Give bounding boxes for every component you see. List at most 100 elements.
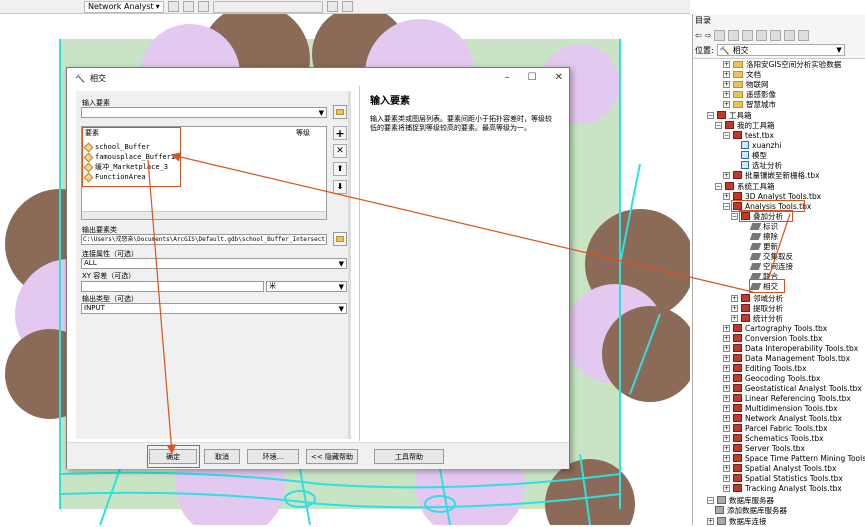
move-up-button[interactable]: ⬆ [333,162,347,176]
view-icon[interactable] [770,29,782,41]
remove-row-button[interactable]: ✕ [333,144,347,158]
output-field[interactable]: C:\Users\戎悠亲\Documents\ArcGIS\Default.gd… [81,234,327,245]
add-row-button[interactable]: + [333,126,347,140]
expand-toggle-icon[interactable]: + [723,404,730,412]
tree-item[interactable]: + 提取分析 [731,303,783,313]
tree-item[interactable]: + 遥感影像 [723,89,776,99]
network-select-box[interactable] [212,0,323,13]
expand-toggle-icon[interactable]: + [723,434,730,442]
tree-item[interactable]: xuanzhi [741,140,781,150]
tree-item[interactable]: + Space Time Pattern Mining Tools. [723,453,865,463]
expand-toggle-icon[interactable]: + [723,324,730,332]
expand-toggle-icon[interactable]: + [723,484,730,492]
expand-toggle-icon[interactable]: + [723,334,730,342]
home-icon[interactable] [714,29,726,41]
xy-tolerance-input[interactable] [81,281,264,292]
forward-arrow-icon[interactable]: ⇨ [705,31,712,40]
tree-item[interactable]: + Tracking Analyst Tools.tbx [723,483,842,493]
expand-toggle-icon[interactable]: − [715,182,722,190]
tree-item[interactable]: + Data Management Tools.tbx [723,353,850,363]
expand-toggle-icon[interactable]: + [723,100,730,108]
expand-toggle-icon[interactable]: + [731,304,738,312]
tree-item[interactable]: + Network Analyst Tools.tbx [723,413,842,423]
expand-toggle-icon[interactable]: + [723,80,730,88]
tree-item[interactable]: 标识 [749,221,778,231]
expand-toggle-icon[interactable]: + [723,374,730,382]
tool-help-button[interactable]: 工具帮助 [374,449,444,464]
network-tool-icon[interactable] [167,1,179,12]
expand-toggle-icon[interactable]: + [723,394,730,402]
tree-item[interactable]: + Cartography Tools.tbx [723,323,827,333]
xy-unit-dropdown[interactable]: 米 ▼ [266,281,347,292]
tree-item[interactable]: + 洛阳安GIS空间分析实验数据 [723,59,841,69]
tree-item[interactable]: 空间连接 [749,261,793,271]
close-icon[interactable]: ✕ [555,72,563,83]
expand-toggle-icon[interactable]: + [723,384,730,392]
expand-toggle-icon[interactable]: + [723,60,730,68]
up-folder-icon[interactable] [728,29,740,41]
table-icon[interactable] [341,1,353,12]
expand-toggle-icon[interactable]: − [715,121,722,129]
tree-item[interactable]: − 工具箱 [707,110,752,120]
tree-item[interactable]: + 物联网 [723,79,769,89]
panel-scrollbar[interactable] [348,91,351,439]
join-dropdown[interactable]: ALL ▼ [81,258,347,269]
expand-toggle-icon[interactable]: + [723,354,730,362]
browse-output-button[interactable] [333,232,347,246]
tree-item[interactable]: + Server Tools.tbx [723,443,805,453]
tree-item[interactable]: 擦除 [749,231,778,241]
tree-item[interactable]: + Geostatistical Analyst Tools.tbx [723,383,862,393]
tree-item[interactable]: + Data Interoperability Tools.tbx [723,343,858,353]
expand-toggle-icon[interactable]: + [723,464,730,472]
refresh-icon[interactable] [798,29,810,41]
input-features-dropdown[interactable]: ▼ [81,107,327,118]
expand-toggle-icon[interactable]: + [723,90,730,98]
tree-item[interactable]: + 邻域分析 [731,293,783,303]
browse-folder-button[interactable] [333,105,347,119]
expand-toggle-icon[interactable]: + [723,474,730,482]
tree-item[interactable]: − 我的工具箱 [715,120,775,130]
tree-item[interactable]: 更新 [749,241,778,251]
catalog-tree[interactable]: + 洛阳安GIS空间分析实验数据 + 文档 + 物联网 + 遥感影像 + 智慧城市 − 工具… [693,58,865,526]
tree-item[interactable]: 模型 [741,150,767,160]
window-icon[interactable] [326,1,338,12]
tree-item[interactable]: + Multidimension Tools.tbx [723,403,838,413]
tree-item[interactable]: − 数据库服务器 [707,495,774,505]
network-analyst-dropdown[interactable]: Network Analyst ▾ [84,0,164,13]
expand-toggle-icon[interactable]: − [707,496,714,504]
location-input[interactable]: 🔨 相交 ▼ [716,44,845,56]
output-type-dropdown[interactable]: INPUT ▼ [81,303,347,314]
expand-toggle-icon[interactable]: + [723,424,730,432]
tree-item[interactable]: + 统计分析 [731,313,783,323]
expand-toggle-icon[interactable]: + [723,364,730,372]
network-tool2-icon[interactable] [182,1,194,12]
tree-item[interactable]: + Parcel Fabric Tools.tbx [723,423,828,433]
maximize-icon[interactable]: ☐ [528,72,537,83]
expand-toggle-icon[interactable]: + [723,192,730,200]
tree-item[interactable]: + Spatial Statistics Tools.tbx [723,473,843,483]
tree-item[interactable]: + Spatial Analyst Tools.tbx [723,463,836,473]
network-tool3-icon[interactable] [197,1,209,12]
back-arrow-icon[interactable]: ⇦ [695,31,702,40]
tree-item[interactable]: − test.tbx [723,130,774,140]
tree-item[interactable]: + 文档 [723,69,761,79]
expand-toggle-icon[interactable]: + [723,344,730,352]
expand-toggle-icon[interactable]: − [707,111,714,119]
expand-toggle-icon[interactable]: + [723,171,730,179]
tree-item[interactable]: + 批量镶嵌至新栅格.tbx [723,170,820,180]
expand-toggle-icon[interactable]: + [723,414,730,422]
tree-item[interactable]: + Linear Referencing Tools.tbx [723,393,851,403]
expand-toggle-icon[interactable]: + [731,314,738,322]
expand-toggle-icon[interactable]: + [723,444,730,452]
tree-item[interactable]: 交集取反 [749,251,793,261]
move-down-button[interactable]: ⬇ [333,180,347,194]
expand-toggle-icon[interactable]: − [723,131,730,139]
expand-toggle-icon[interactable]: + [723,70,730,78]
tree-item[interactable]: + Conversion Tools.tbx [723,333,822,343]
expand-toggle-icon[interactable]: + [731,294,738,302]
hide-help-button[interactable]: << 隐藏帮助 [306,449,358,464]
tree-item[interactable]: − 系统工具箱 [715,181,775,191]
connect-folder-icon[interactable] [742,29,754,41]
tree-item[interactable]: + Editing Tools.tbx [723,363,807,373]
minimize-icon[interactable]: – [505,72,510,83]
